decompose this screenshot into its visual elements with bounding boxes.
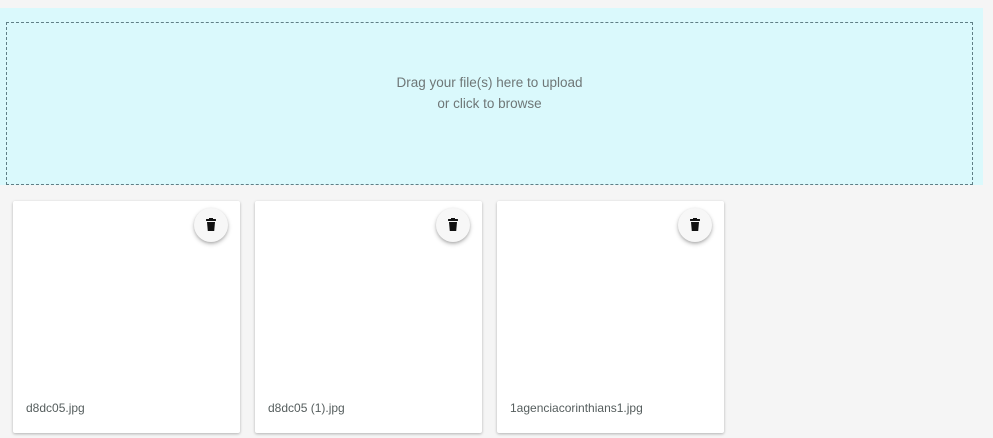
dropzone-background: Drag your file(s) here to upload or clic… — [0, 8, 983, 185]
dropzone-drag-text: Drag your file(s) here to upload — [396, 75, 583, 90]
file-name: 1agenciacorinthians1.jpg — [510, 401, 643, 415]
file-preview-card: 1agenciacorinthians1.jpg — [497, 201, 724, 433]
dropzone-instructions: Drag your file(s) here to upload or clic… — [7, 72, 972, 114]
remove-file-button[interactable] — [436, 208, 470, 242]
trash-icon — [690, 218, 700, 231]
file-preview-card: d8dc05.jpg — [13, 201, 240, 433]
file-upload-page: Drag your file(s) here to upload or clic… — [0, 0, 993, 438]
dropzone-browse-text: or click to browse — [437, 96, 542, 111]
trash-icon — [206, 218, 216, 231]
file-name: d8dc05 (1).jpg — [268, 401, 345, 415]
file-name: d8dc05.jpg — [26, 401, 85, 415]
trash-icon — [448, 218, 458, 231]
file-dropzone[interactable]: Drag your file(s) here to upload or clic… — [6, 22, 973, 185]
remove-file-button[interactable] — [678, 208, 712, 242]
remove-file-button[interactable] — [194, 208, 228, 242]
file-preview-card: d8dc05 (1).jpg — [255, 201, 482, 433]
